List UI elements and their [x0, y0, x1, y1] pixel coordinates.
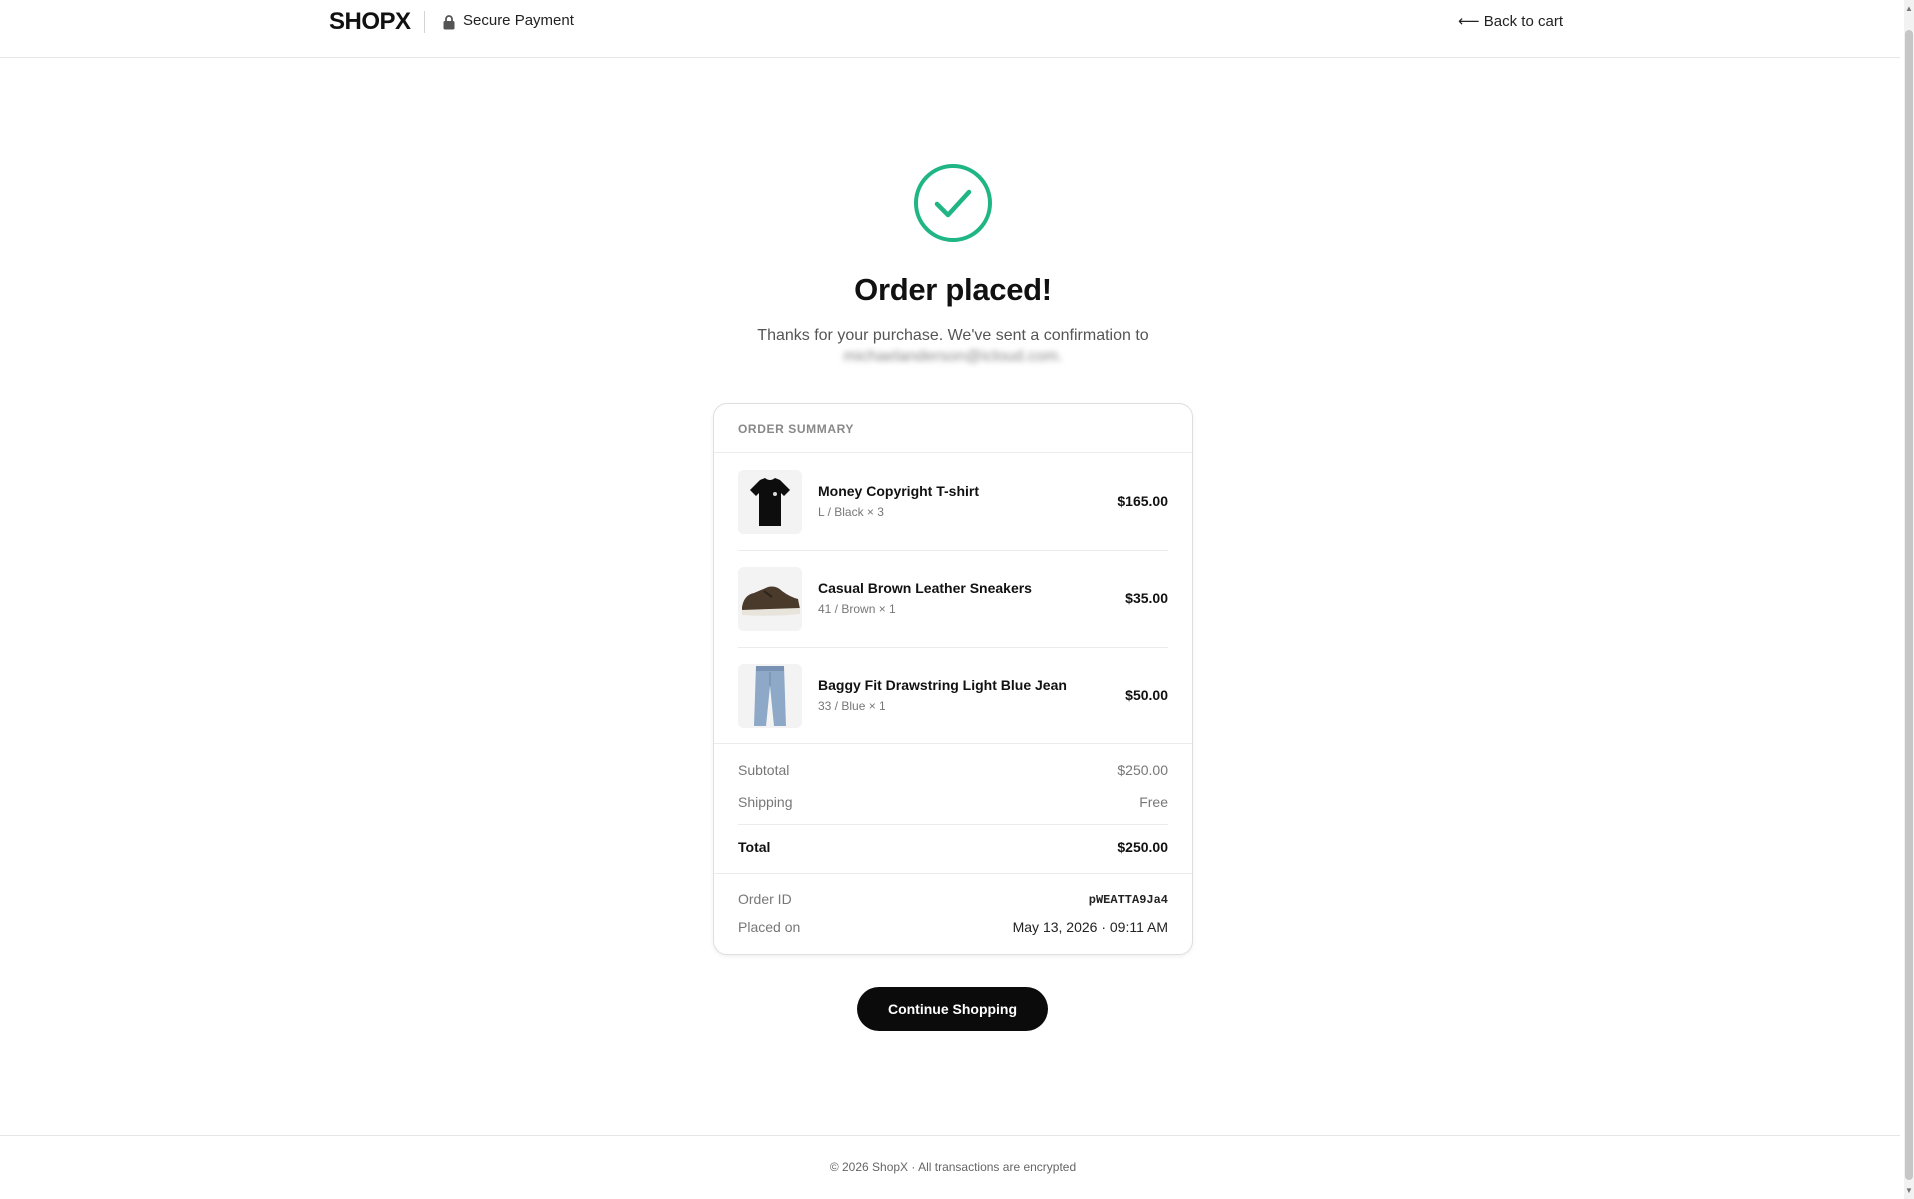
- order-item: Casual Brown Leather Sneakers 41 / Brown…: [738, 567, 1168, 631]
- scroll-up-arrow-icon[interactable]: ▲: [1905, 4, 1913, 13]
- sneaker-thumbnail: [738, 567, 802, 631]
- total-value: $250.00: [1117, 839, 1168, 855]
- jeans-thumbnail: [738, 664, 802, 728]
- shipping-label: Shipping: [738, 794, 793, 810]
- order-item: Money Copyright T-shirt L / Black × 3 $1…: [738, 470, 1168, 534]
- item-variant: L / Black × 3: [818, 505, 884, 519]
- secure-payment-label: Secure Payment: [463, 12, 574, 29]
- scrollbar[interactable]: ▲ ▼: [1904, 0, 1914, 1199]
- placed-on-label: Placed on: [738, 919, 801, 935]
- item-name: Casual Brown Leather Sneakers: [818, 580, 1032, 596]
- order-summary-heading: ORDER SUMMARY: [738, 422, 855, 436]
- tshirt-thumbnail: [738, 470, 802, 534]
- page-title: Order placed!: [854, 272, 1052, 307]
- item-name: Money Copyright T-shirt: [818, 483, 979, 499]
- back-to-cart-link[interactable]: ⟵ Back to cart: [1458, 12, 1563, 30]
- item-price: $35.00: [1125, 590, 1168, 606]
- item-variant: 41 / Brown × 1: [818, 602, 896, 616]
- shopx-logo[interactable]: SHOPX: [329, 8, 411, 36]
- divider: [714, 452, 1192, 453]
- confirmation-message: Thanks for your purchase. We've sent a c…: [757, 327, 1149, 344]
- subtotal-label: Subtotal: [738, 762, 790, 778]
- scrollbar-thumb[interactable]: [1905, 30, 1913, 1180]
- item-price: $50.00: [1125, 687, 1168, 703]
- placed-on-value: May 13, 2026 · 09:11 AM: [1012, 919, 1168, 935]
- checkout-header: SHOPX Secure Payment ⟵ Back to cart: [0, 0, 1900, 58]
- divider: [738, 550, 1168, 551]
- header-divider: [424, 11, 425, 33]
- scroll-down-arrow-icon[interactable]: ▼: [1905, 1186, 1913, 1195]
- item-variant: 33 / Blue × 1: [818, 699, 886, 713]
- divider: [714, 743, 1192, 744]
- confirmation-email: michaelanderson@icloud.com.: [843, 348, 1063, 365]
- order-summary-card: ORDER SUMMARY Money Copyright T-shirt L …: [713, 403, 1193, 955]
- lock-icon: [443, 15, 455, 30]
- order-item: Baggy Fit Drawstring Light Blue Jean 33 …: [738, 664, 1168, 728]
- item-name: Baggy Fit Drawstring Light Blue Jean: [818, 677, 1067, 693]
- item-price: $165.00: [1117, 493, 1168, 509]
- divider: [738, 647, 1168, 648]
- order-id-value: pWEATTA9Ja4: [1088, 893, 1168, 907]
- shipping-value: Free: [1139, 794, 1168, 810]
- order-id-label: Order ID: [738, 891, 792, 907]
- total-label: Total: [738, 839, 771, 855]
- subtotal-value: $250.00: [1117, 762, 1168, 778]
- divider: [714, 873, 1192, 874]
- check-circle-icon: [914, 164, 992, 242]
- footer-text: © 2026 ShopX · All transactions are encr…: [829, 1160, 1077, 1174]
- divider: [738, 824, 1168, 825]
- page-footer: © 2026 ShopX · All transactions are encr…: [0, 1135, 1900, 1199]
- continue-shopping-button[interactable]: Continue Shopping: [857, 987, 1048, 1031]
